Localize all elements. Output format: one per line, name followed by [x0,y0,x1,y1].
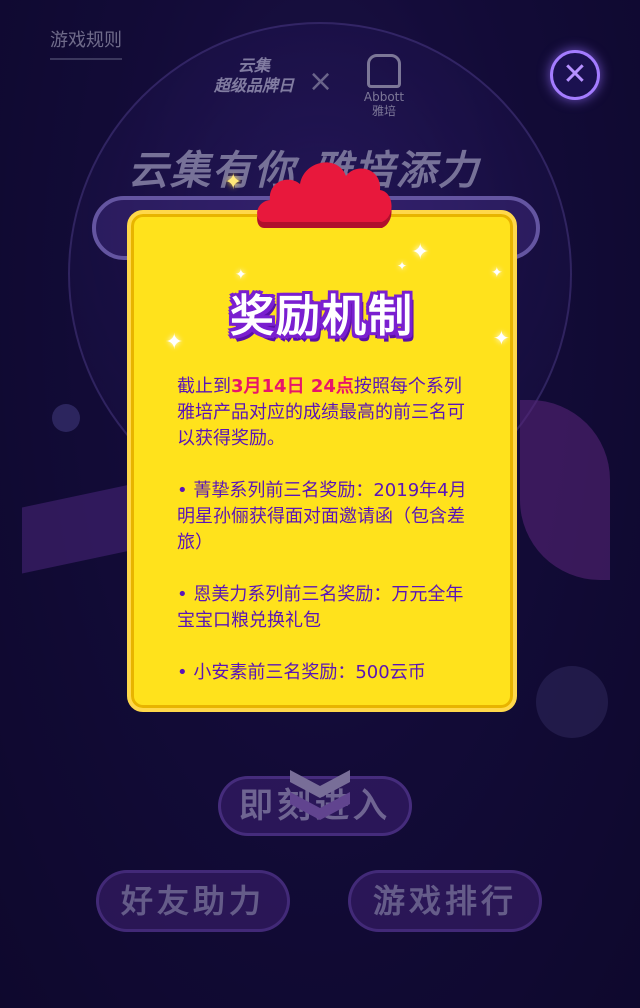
deadline-highlight: 3月14日 24点 [231,376,354,397]
modal-content: 截止到3月14日 24点按照每个系列雅培产品对应的成绩最高的前三名可以获得奖励。… [177,374,473,712]
sparkle-icon: ✦ [491,265,503,281]
reward-item: • 菁挚系列前三名奖励：2019年4月明星孙俪获得面对面邀请函（包含差旅） [177,480,467,553]
reward-item: • 恩美力系列前三名奖励：万元全年宝宝口粮兑换礼包 [177,584,464,631]
modal-title: 奖励机制 [230,291,414,342]
sparkle-icon: ✦ [493,326,510,350]
rules-intro: 截止到3月14日 24点按照每个系列雅培产品对应的成绩最高的前三名可以获得奖励。 [177,376,465,449]
sparkle-icon: ✦ [397,259,408,273]
sparkle-icon: ✦ [411,240,430,265]
reward-item: • 小安素前三名奖励：500云币 [177,662,426,683]
close-icon: ✕ [562,57,588,92]
reward-rules-modal: 奖励机制 ✦ ✦ ✦ ✦ ✦ ✦ 截止到3月14日 24点按照每个系列雅培产品对… [127,210,517,712]
cloud-icon [257,162,392,228]
close-button[interactable]: ✕ [550,50,600,100]
sparkle-icon: ✦ [224,170,243,195]
sparkle-icon: ✦ [165,330,184,355]
sparkle-icon: ✦ [235,267,247,283]
